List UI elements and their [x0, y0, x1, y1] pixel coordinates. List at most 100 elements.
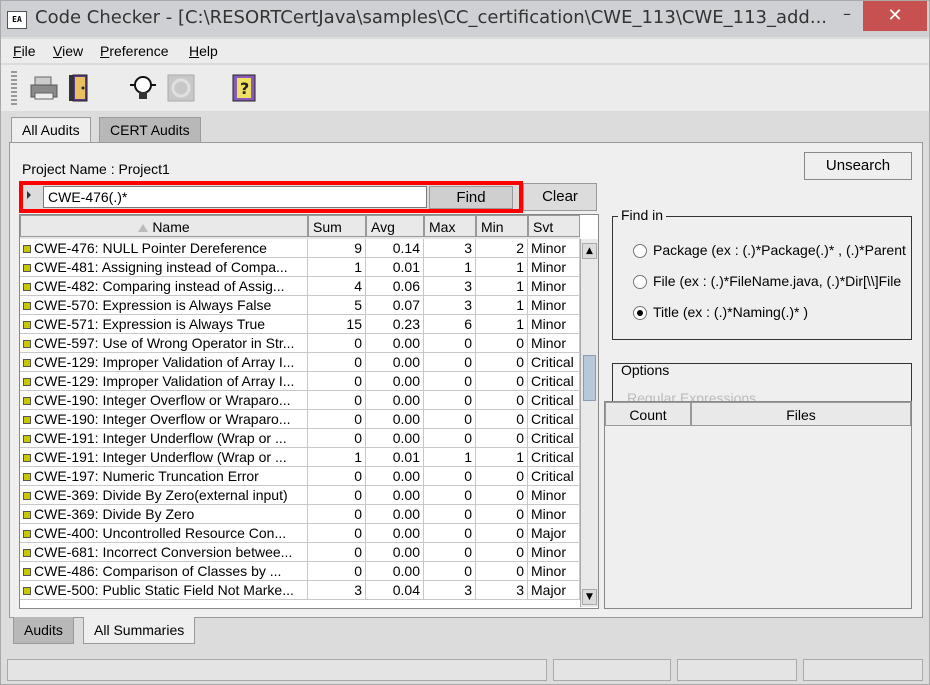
table-row[interactable]: CWE-191: Integer Underflow (Wrap or ... 1…	[20, 448, 580, 467]
scroll-down-arrow-icon[interactable]: ▼	[582, 589, 597, 605]
cell-max-text: 3	[464, 278, 472, 294]
table-row[interactable]: CWE-481: Assigning instead of Compa... 1 0…	[20, 258, 580, 277]
table-row[interactable]: CWE-681: Incorrect Conversion betwee... 0…	[20, 543, 580, 562]
svg-text:?: ?	[240, 79, 249, 98]
menu-help-mnemonic: H	[189, 43, 200, 59]
cell-avg: 0.04	[366, 581, 424, 600]
column-header-files[interactable]: Files	[691, 402, 911, 426]
cell-min: 0	[476, 467, 528, 486]
cell-name-text: CWE-190: Integer Overflow or Wraparo...	[34, 392, 291, 408]
audit-rule-icon	[23, 549, 31, 557]
cell-name-text: CWE-500: Public Static Field Not Marke..…	[34, 582, 294, 598]
table-row[interactable]: CWE-191: Integer Underflow (Wrap or ... 0…	[20, 429, 580, 448]
table-row[interactable]: CWE-570: Expression is Always False 5 0.07…	[20, 296, 580, 315]
cell-sum-text: 0	[354, 563, 362, 579]
toolbar-grip[interactable]	[11, 69, 17, 105]
audit-rule-icon	[23, 530, 31, 538]
table-row[interactable]: CWE-571: Expression is Always True 15 0.23…	[20, 315, 580, 334]
table-row[interactable]: CWE-597: Use of Wrong Operator in Str...…	[20, 334, 580, 353]
table-row[interactable]: CWE-190: Integer Overflow or Wraparo... 0…	[20, 391, 580, 410]
cell-min-text: 1	[516, 316, 524, 332]
cell-sum: 0	[308, 562, 366, 581]
scroll-up-arrow-icon[interactable]: ▲	[582, 243, 597, 259]
find-in-title-label: Title (ex : (.)*Naming(.)* )	[653, 304, 809, 320]
scrollbar-thumb[interactable]	[583, 355, 596, 401]
menu-preference[interactable]: Preference	[100, 43, 169, 59]
find-in-package-option[interactable]: Package (ex : (.)*Package(.)* , (.)*Pare…	[633, 242, 911, 264]
cell-sum-text: 0	[354, 544, 362, 560]
radio-package[interactable]	[633, 244, 647, 259]
table-header: Name Sum Avg Max Min Svt	[20, 215, 580, 239]
cell-max: 1	[424, 258, 476, 277]
minimize-button[interactable]: –	[837, 4, 857, 24]
cell-svt: Critical	[528, 429, 580, 448]
table-row[interactable]: CWE-190: Integer Overflow or Wraparo... 0…	[20, 410, 580, 429]
table-row[interactable]: CWE-476: NULL Pointer Dereference 9 0.14 3 2…	[20, 239, 580, 258]
cell-avg: 0.00	[366, 524, 424, 543]
tab-all-audits[interactable]: All Audits	[11, 117, 91, 144]
table-row[interactable]: CWE-482: Comparing instead of Assig... 4 0…	[20, 277, 580, 296]
search-input[interactable]	[43, 186, 427, 208]
tab-all-summaries[interactable]: All Summaries	[83, 617, 196, 644]
cell-sum-text: 4	[354, 278, 362, 294]
cell-sum: 4	[308, 277, 366, 296]
cell-name: CWE-190: Integer Overflow or Wraparo...	[20, 391, 308, 410]
column-header-count[interactable]: Count	[605, 402, 691, 426]
tab-audits[interactable]: Audits	[13, 617, 74, 644]
cell-sum: 3	[308, 581, 366, 600]
cell-svt: Minor	[528, 486, 580, 505]
cell-name-text: CWE-482: Comparing instead of Assig...	[34, 278, 285, 294]
find-in-package-label: Package (ex : (.)*Package(.)* , (.)*Pare…	[653, 242, 906, 258]
title-bar[interactable]: EA Code Checker - [C:\RESORTCertJava\sam…	[1, 1, 929, 37]
cell-name: CWE-597: Use of Wrong Operator in Str...	[20, 334, 308, 353]
cell-name-text: CWE-369: Divide By Zero(external input)	[34, 487, 288, 503]
exit-door-icon[interactable]	[65, 73, 95, 103]
menu-help[interactable]: Help	[189, 43, 218, 59]
table-row[interactable]: CWE-197: Numeric Truncation Error 0 0.00 0 0…	[20, 467, 580, 486]
cell-svt-text: Minor	[531, 240, 567, 256]
table-row[interactable]: CWE-486: Comparison of Classes by ... 0 0.…	[20, 562, 580, 581]
radio-title[interactable]	[633, 306, 647, 321]
cell-max: 0	[424, 391, 476, 410]
unsearch-button[interactable]: Unsearch	[804, 152, 912, 180]
help-book-icon[interactable]: ?	[229, 73, 259, 103]
column-header-min[interactable]: Min	[476, 215, 528, 237]
audit-bulb-icon[interactable]	[128, 73, 158, 103]
menu-view-mnemonic: V	[53, 43, 63, 59]
find-in-file-option[interactable]: File (ex : (.)*FileName.java, (.)*Dir[\\…	[633, 273, 911, 295]
cell-max-text: 0	[464, 373, 472, 389]
menu-view[interactable]: View	[53, 43, 83, 59]
table-row[interactable]: CWE-500: Public Static Field Not Marke..…	[20, 581, 580, 600]
cell-max-text: 1	[464, 449, 472, 465]
cell-sum: 5	[308, 296, 366, 315]
column-header-svt[interactable]: Svt	[528, 215, 580, 237]
cell-avg: 0.14	[366, 239, 424, 258]
column-header-sum[interactable]: Sum	[308, 215, 366, 237]
close-button[interactable]: ✕	[863, 1, 927, 31]
print-icon[interactable]	[29, 73, 59, 103]
tab-cert-audits[interactable]: CERT Audits	[99, 117, 201, 142]
cell-sum: 15	[308, 315, 366, 334]
table-row[interactable]: CWE-369: Divide By Zero(external input) 0…	[20, 486, 580, 505]
clear-button[interactable]: Clear	[523, 183, 597, 211]
table-row[interactable]: CWE-400: Uncontrolled Resource Con... 0 0.…	[20, 524, 580, 543]
cell-min-text: 1	[516, 278, 524, 294]
column-header-max[interactable]: Max	[424, 215, 476, 237]
find-button[interactable]: Find	[429, 186, 513, 209]
cell-max-text: 0	[464, 411, 472, 427]
column-header-name[interactable]: Name	[20, 215, 308, 237]
menu-help-label: elp	[199, 43, 218, 59]
table-row[interactable]: CWE-129: Improper Validation of Array I.…	[20, 372, 580, 391]
cell-min: 1	[476, 296, 528, 315]
table-vertical-scrollbar[interactable]: ▲ ▼	[580, 239, 598, 607]
column-header-avg[interactable]: Avg	[366, 215, 424, 237]
cell-max: 0	[424, 543, 476, 562]
find-in-title-option[interactable]: Title (ex : (.)*Naming(.)* )	[633, 304, 911, 326]
cell-max: 0	[424, 524, 476, 543]
cell-svt-text: Minor	[531, 506, 567, 522]
menu-file[interactable]: File	[13, 43, 36, 59]
cell-name-text: CWE-197: Numeric Truncation Error	[34, 468, 259, 484]
table-row[interactable]: CWE-369: Divide By Zero 0 0.00 0 0 Minor	[20, 505, 580, 524]
table-row[interactable]: CWE-129: Improper Validation of Array I.…	[20, 353, 580, 372]
radio-file[interactable]	[633, 275, 647, 290]
